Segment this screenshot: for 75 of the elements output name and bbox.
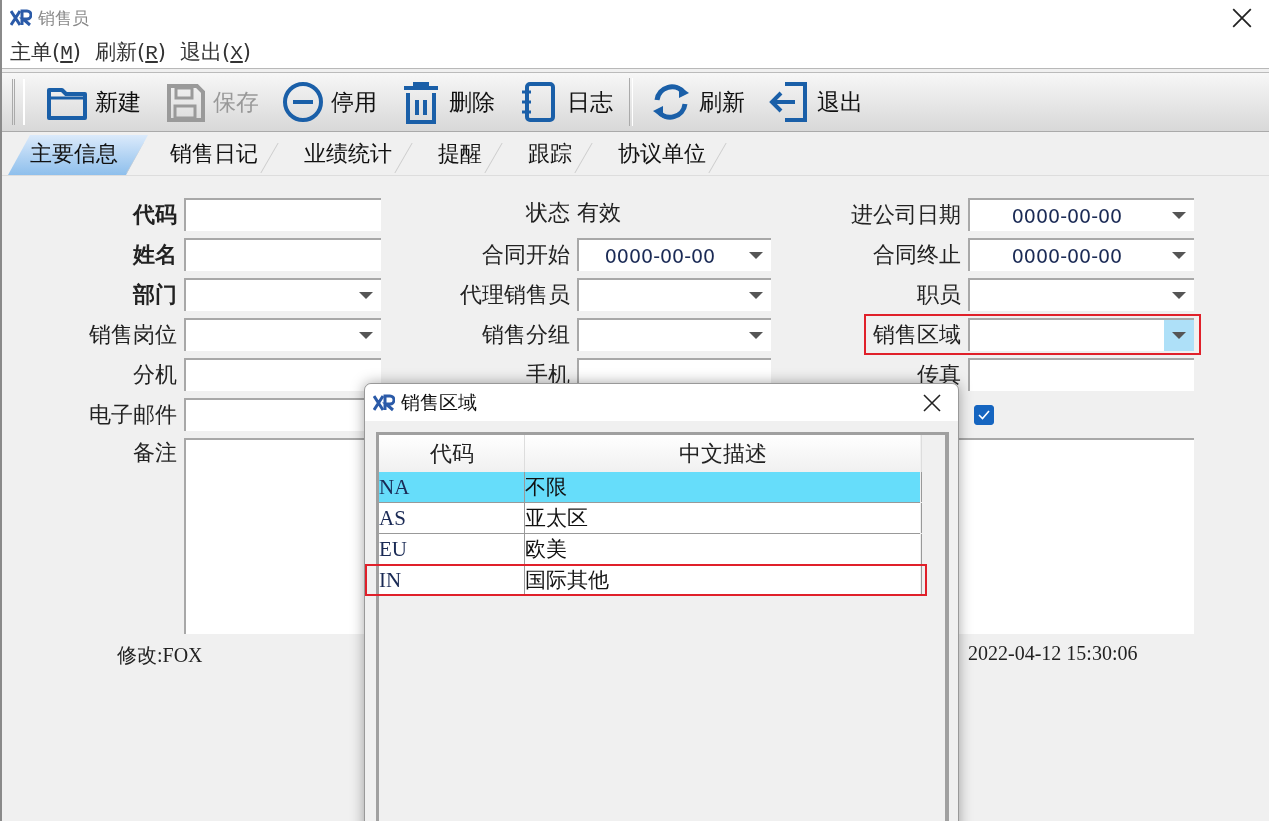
caret-icon xyxy=(749,332,763,339)
field-label: 分机 xyxy=(133,360,177,389)
caret-icon xyxy=(1172,292,1186,299)
field-label: 代理销售员 xyxy=(460,280,570,309)
field-label: 销售区域 xyxy=(873,320,961,349)
dropdown-field[interactable] xyxy=(968,318,1194,351)
field-label: 进公司日期 xyxy=(851,200,961,229)
close-icon[interactable] xyxy=(1231,7,1253,29)
menu-item[interactable]: 主单(M) xyxy=(10,38,81,66)
toolbar-grip[interactable] xyxy=(12,79,25,125)
table-row[interactable]: EU 欧美 xyxy=(379,534,920,565)
modified-time-text: 2022-04-12 15:30:06 xyxy=(968,642,1139,666)
field-label: 职员 xyxy=(917,280,961,309)
date-picker[interactable]: 0000-00-00 xyxy=(968,198,1194,231)
modified-by-text: 修改:FOX xyxy=(116,643,204,668)
field-label: 备注 xyxy=(133,439,177,467)
dropdown-field[interactable] xyxy=(577,278,771,311)
field-label: 代码 xyxy=(133,200,177,229)
table-cell: 不限 xyxy=(525,472,922,502)
table-cell: NA xyxy=(379,472,525,502)
field-label: 姓名 xyxy=(133,240,177,269)
dialog-title: 销售区域 xyxy=(401,389,478,415)
menu-item[interactable]: 退出(X) xyxy=(180,38,252,66)
tab[interactable]: 提醒 xyxy=(416,135,506,175)
caret-icon xyxy=(1172,212,1186,219)
field-label: 部门 xyxy=(133,280,177,309)
field-label: 合同开始 xyxy=(482,240,570,269)
input-field[interactable] xyxy=(184,238,381,271)
menu-item[interactable]: 刷新(R) xyxy=(95,38,167,66)
tab[interactable]: 协议单位 xyxy=(596,135,730,175)
status-value: 有效 xyxy=(577,199,622,227)
field-label: 电子邮件 xyxy=(89,400,177,429)
toolbar-button[interactable]: 日志 xyxy=(507,75,625,129)
tab[interactable]: 销售日记 xyxy=(148,135,282,175)
dropdown-field[interactable] xyxy=(184,318,381,351)
logo-icon xyxy=(373,392,395,413)
toolbar-button[interactable]: 新建 xyxy=(35,75,153,129)
date-picker[interactable]: 0000-00-00 xyxy=(577,238,771,271)
dropdown-button[interactable] xyxy=(1164,320,1194,351)
table-cell: AS xyxy=(379,503,525,533)
tab[interactable]: 跟踪 xyxy=(506,135,596,175)
minus-circle-icon xyxy=(281,80,325,124)
toolbar-button[interactable]: 停用 xyxy=(271,75,389,129)
input-field[interactable] xyxy=(968,358,1194,391)
date-picker[interactable]: 0000-00-00 xyxy=(968,238,1194,271)
table-row[interactable]: NA 不限 xyxy=(379,472,920,503)
dropdown-field[interactable] xyxy=(577,318,771,351)
tab[interactable]: 业绩统计 xyxy=(282,135,416,175)
toolbar-button[interactable]: 退出 xyxy=(757,75,875,129)
input-field[interactable] xyxy=(184,198,381,231)
checkbox[interactable] xyxy=(974,405,994,425)
field-label: 合同终止 xyxy=(873,240,961,269)
caret-icon xyxy=(749,292,763,299)
table-cell: 欧美 xyxy=(525,534,922,564)
field-label: 状态 xyxy=(526,199,570,227)
caret-icon xyxy=(1172,252,1186,259)
caret-icon xyxy=(1172,332,1186,339)
field-label: 销售分组 xyxy=(482,320,570,349)
table-row[interactable]: AS 亚太区 xyxy=(379,503,920,534)
dropdown-field[interactable] xyxy=(184,278,381,311)
tab[interactable]: 主要信息 xyxy=(8,135,148,175)
input-field[interactable] xyxy=(184,358,381,391)
toolbar-button[interactable]: 刷新 xyxy=(639,75,757,129)
table-cell: 亚太区 xyxy=(525,503,922,533)
caret-icon xyxy=(359,332,373,339)
logo-icon xyxy=(10,8,32,28)
dropdown-field[interactable] xyxy=(968,278,1194,311)
check-icon xyxy=(978,410,990,420)
window-title: 销售员 xyxy=(38,6,90,30)
field-label: 销售岗位 xyxy=(89,320,177,349)
toolbar-button[interactable]: 删除 xyxy=(389,75,507,129)
caret-icon xyxy=(749,252,763,259)
caret-icon xyxy=(359,292,373,299)
table-cell: EU xyxy=(379,534,525,564)
close-icon[interactable] xyxy=(922,392,942,413)
